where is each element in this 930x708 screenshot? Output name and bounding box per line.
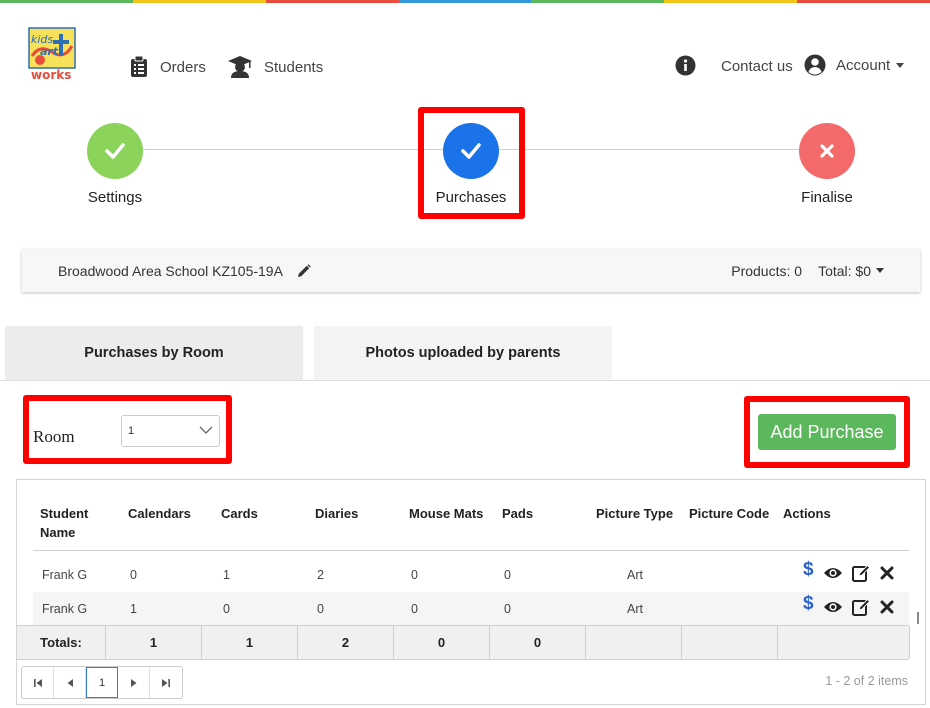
account-menu[interactable]: Account: [804, 54, 905, 76]
column-header-calendars[interactable]: Calendars: [128, 504, 191, 523]
caret-down-icon: [896, 62, 905, 68]
cell-calendars: 0: [130, 568, 137, 582]
table-row: Frank G 1 0 0 0 0 Art $: [33, 592, 909, 626]
clipboard-icon: [130, 56, 148, 78]
last-page-icon: [162, 678, 170, 687]
grid-header-divider: [33, 550, 909, 551]
tabs-divider: [0, 380, 930, 381]
top-color-stripe: [0, 0, 930, 3]
first-page-button[interactable]: [22, 667, 54, 698]
cell-pads: 0: [504, 602, 511, 616]
total-empty: [778, 626, 910, 659]
info-circle-icon[interactable]: [675, 55, 696, 81]
edit-icon[interactable]: [851, 598, 871, 616]
column-header-picture-type[interactable]: Picture Type: [596, 504, 673, 523]
total-calendars: 1: [106, 626, 202, 659]
first-page-icon: [33, 678, 42, 687]
row-actions: $: [803, 594, 903, 616]
column-header-pads[interactable]: Pads: [502, 504, 533, 523]
tab-purchases-by-room[interactable]: Purchases by Room: [5, 326, 303, 380]
account-label: Account: [836, 56, 891, 74]
total-dropdown[interactable]: Total: $0: [818, 263, 884, 279]
nav-students[interactable]: Students: [228, 56, 323, 78]
user-circle-icon: [804, 54, 826, 76]
caret-down-icon: [876, 268, 884, 273]
edit-icon[interactable]: [851, 564, 871, 582]
graduate-icon: [228, 56, 252, 78]
total-mouse-mats: 0: [394, 626, 490, 659]
cell-mouse-mats: 0: [411, 568, 418, 582]
dollar-icon[interactable]: $: [803, 594, 814, 614]
total-cards: 1: [202, 626, 298, 659]
highlight-box-room-select: [23, 395, 232, 464]
column-header-picture-code[interactable]: Picture Code: [689, 504, 769, 523]
step-settings-label: Settings: [87, 189, 143, 206]
table-row: Frank G 0 1 2 0 0 Art $: [33, 558, 909, 592]
purchases-grid: Student Name Calendars Cards Diaries Mou…: [16, 479, 926, 705]
previous-page-icon: [67, 678, 73, 687]
check-icon: [87, 123, 143, 179]
kids-art-works-logo[interactable]: kids art works: [26, 26, 80, 82]
last-page-button[interactable]: [150, 667, 182, 698]
totals-label: Totals:: [17, 626, 106, 659]
total-empty: [682, 626, 778, 659]
total-diaries: 2: [298, 626, 394, 659]
eye-icon[interactable]: [823, 600, 843, 614]
cell-cards: 1: [223, 568, 230, 582]
total-empty: [586, 626, 682, 659]
cell-calendars: 1: [130, 602, 137, 616]
column-header-student-name[interactable]: Student Name: [40, 504, 110, 542]
cell-cards: 0: [223, 602, 230, 616]
column-header-cards[interactable]: Cards: [221, 504, 258, 523]
previous-page-button[interactable]: [54, 667, 86, 698]
close-icon: [799, 123, 855, 179]
svg-text:works: works: [31, 68, 71, 82]
cell-student-name: Frank G: [42, 568, 88, 582]
eye-icon[interactable]: [823, 566, 843, 580]
products-count: Products: 0: [731, 262, 803, 279]
nav-orders[interactable]: Orders: [130, 56, 206, 78]
delete-icon[interactable]: [880, 600, 894, 614]
page-number-current[interactable]: 1: [86, 667, 118, 698]
column-header-actions: Actions: [783, 506, 831, 521]
pagination-info: 1 - 2 of 2 items: [825, 674, 908, 688]
next-page-button[interactable]: [118, 667, 150, 698]
step-settings[interactable]: Settings: [55, 123, 175, 206]
highlight-box-add-purchase: [744, 396, 910, 468]
column-header-mouse-mats[interactable]: Mouse Mats: [409, 504, 483, 523]
tab-photos-uploaded-by-parents[interactable]: Photos uploaded by parents: [314, 326, 612, 380]
row-actions: $: [803, 560, 903, 582]
total-pads: 0: [490, 626, 586, 659]
cell-diaries: 0: [317, 602, 324, 616]
grid-vertical-scrollbar[interactable]: [914, 550, 922, 625]
next-page-icon: [130, 678, 136, 687]
step-finalise[interactable]: Finalise: [767, 123, 887, 206]
nav-orders-label: Orders: [160, 58, 206, 76]
column-header-diaries[interactable]: Diaries: [315, 504, 358, 523]
cell-picture-type: Art: [627, 568, 643, 582]
cell-picture-type: Art: [627, 602, 643, 616]
svg-text:art: art: [40, 45, 59, 58]
order-summary-bar: Broadwood Area School KZ105-19A Products…: [22, 249, 920, 292]
dollar-icon[interactable]: $: [803, 560, 814, 580]
delete-icon[interactable]: [880, 566, 894, 580]
cell-diaries: 2: [317, 568, 324, 582]
cell-mouse-mats: 0: [411, 602, 418, 616]
contact-us-link[interactable]: Contact us: [721, 58, 793, 75]
scrollbar-thumb[interactable]: [917, 612, 919, 624]
totals-row: Totals: 1 1 2 0 0: [17, 625, 910, 660]
step-finalise-label: Finalise: [801, 189, 853, 206]
cell-student-name: Frank G: [42, 602, 88, 616]
highlight-box-purchases-step: [418, 107, 525, 219]
school-order-name: Broadwood Area School KZ105-19A: [58, 262, 283, 279]
total-amount: Total: $0: [818, 262, 871, 279]
nav-students-label: Students: [264, 58, 324, 76]
pencil-edit-icon[interactable]: [297, 263, 311, 278]
pagination: 1: [21, 666, 183, 699]
cell-pads: 0: [504, 568, 511, 582]
